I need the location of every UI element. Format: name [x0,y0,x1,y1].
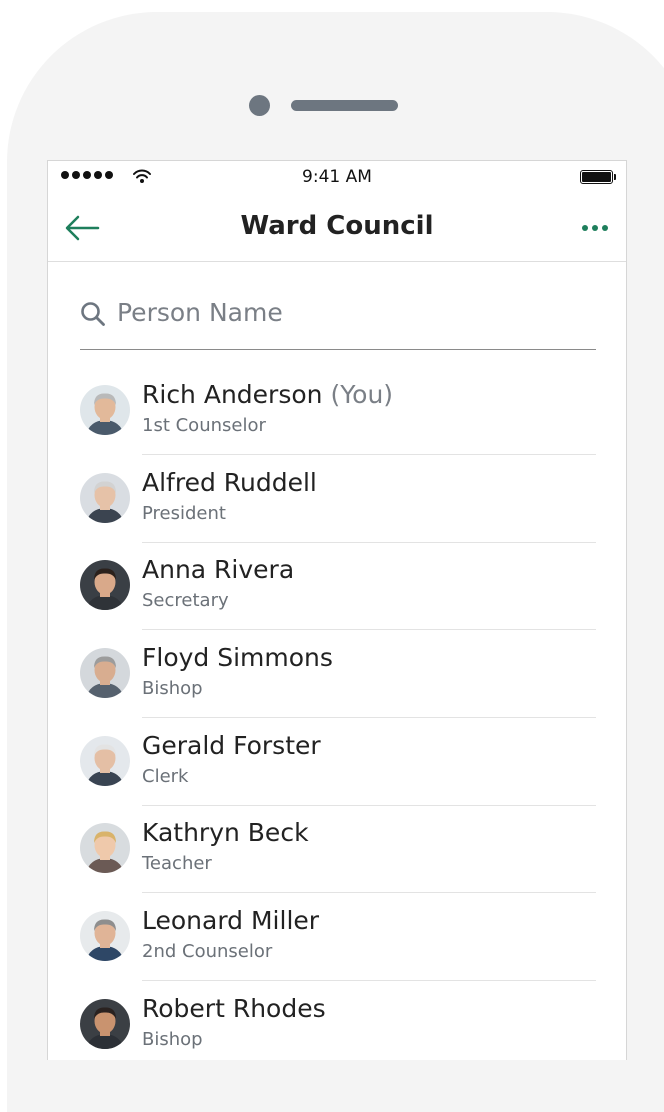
person-name: Floyd Simmons [142,642,596,674]
person-name-text: Alfred Ruddell [142,467,317,497]
person-info: Alfred Ruddell President [142,467,596,543]
person-row[interactable]: Rich Anderson (You) 1st Counselor [80,367,596,455]
speaker-grill [291,100,398,111]
person-role: Bishop [142,678,203,700]
person-role: Clerk [142,765,189,787]
people-list: Rich Anderson (You) 1st Counselor Alfred R… [80,367,596,1069]
person-info: Anna Rivera Secretary [142,554,596,631]
search-input[interactable] [117,295,587,329]
person-name: Anna Rivera [142,554,596,586]
person-row[interactable]: Anna Rivera Secretary [80,542,596,631]
person-role: Teacher [142,853,212,875]
you-tag: (You) [330,380,394,409]
search-bar [80,291,596,350]
person-name-text: Floyd Simmons [142,643,333,673]
avatar [80,998,130,1049]
search-icon [81,302,105,326]
person-role: President [142,502,226,524]
person-name: Kathryn Beck [142,817,596,849]
person-name-text: Leonard Miller [142,906,320,936]
person-name-text: Rich Anderson [142,380,323,409]
person-name-text: Kathryn Beck [142,818,309,848]
person-name-text: Robert Rhodes [142,993,326,1023]
person-role: Bishop [142,1028,203,1050]
person-info: Floyd Simmons Bishop [142,642,596,719]
person-row[interactable]: Kathryn Beck Teacher [80,805,596,894]
person-row[interactable]: Leonard Miller 2nd Counselor [80,893,596,982]
person-row[interactable]: Alfred Ruddell President [80,455,596,543]
status-time: 9:41 AM [302,167,372,187]
app-screen: 9:41 AM Ward Council Rich Anderson (You)… [47,160,627,1060]
page-title: Ward Council [240,211,434,241]
person-info: Robert Rhodes Bishop [142,993,596,1068]
person-name: Rich Anderson (You) [142,379,596,411]
avatar [80,560,130,611]
camera-dot [249,95,270,116]
person-role: Secretary [142,590,229,612]
status-bar: 9:41 AM [48,161,626,197]
person-name: Gerald Forster [142,730,596,762]
person-name-text: Gerald Forster [142,730,321,760]
avatar [80,735,130,786]
avatar [80,911,130,962]
person-info: Rich Anderson (You) 1st Counselor [142,379,596,455]
person-name: Robert Rhodes [142,993,596,1025]
navigation-bar: Ward Council [48,197,626,262]
person-row[interactable]: Gerald Forster Clerk [80,718,596,806]
person-name: Leonard Miller [142,905,596,937]
person-role: 2nd Counselor [142,941,273,963]
avatar [80,472,130,523]
person-role: 1st Counselor [142,415,266,436]
avatar [80,648,130,699]
person-row[interactable]: Robert Rhodes Bishop [80,981,596,1069]
more-options-icon[interactable] [582,225,608,231]
person-name-text: Anna Rivera [142,555,295,585]
person-row[interactable]: Floyd Simmons Bishop [80,630,596,719]
avatar [80,385,130,435]
person-info: Gerald Forster Clerk [142,730,596,806]
person-info: Leonard Miller 2nd Counselor [142,905,596,982]
person-info: Kathryn Beck Teacher [142,817,596,894]
person-name: Alfred Ruddell [142,467,596,499]
avatar [80,823,130,874]
battery-icon [580,170,616,184]
